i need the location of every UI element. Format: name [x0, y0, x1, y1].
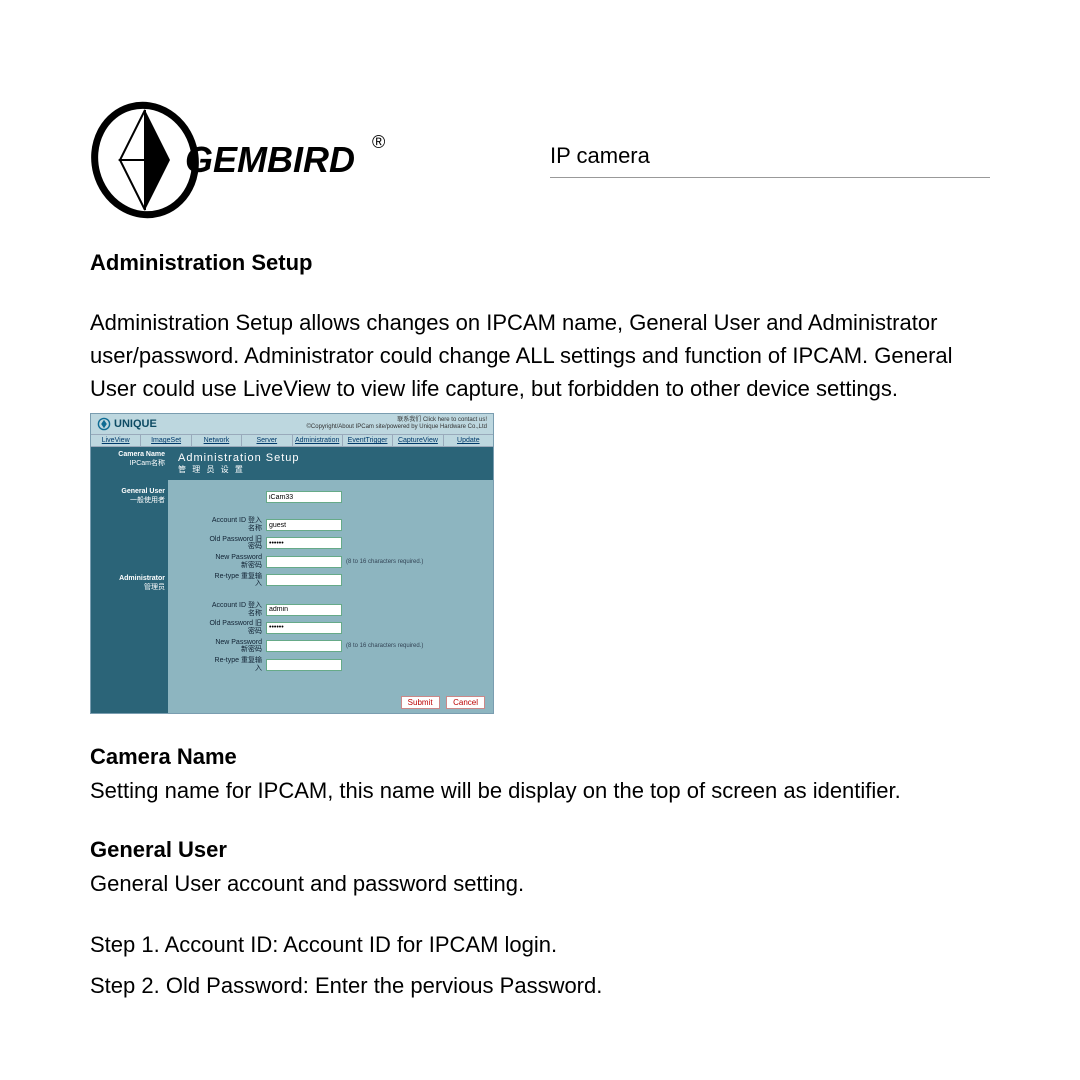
intro-paragraph: Administration Setup allows changes on I…: [90, 306, 990, 405]
screenshot-topmsg-2: ©Copyright/About IPCam site/powered by U…: [306, 424, 487, 431]
side-camera-name-en: Camera Name: [93, 451, 165, 458]
input-guest-account[interactable]: [266, 519, 342, 531]
brand-logo: GEMBIRD ®: [90, 100, 390, 220]
tab-administration[interactable]: Administration: [293, 435, 343, 446]
tab-update[interactable]: Update: [444, 435, 493, 446]
tab-network[interactable]: Network: [192, 435, 242, 446]
hint-admin-newpw: (8 to 16 characters required.): [346, 643, 423, 649]
side-admin-en: Administrator: [93, 575, 165, 582]
input-admin-account[interactable]: [266, 604, 342, 616]
side-admin-zh: 管理员: [93, 582, 165, 592]
title-divider: [550, 177, 990, 178]
admin-setup-screenshot: UNIQUE 联系我们 Click here to contact us! ©C…: [90, 413, 494, 714]
input-guest-oldpw[interactable]: [266, 537, 342, 549]
tab-imageset[interactable]: ImageSet: [141, 435, 191, 446]
label-guest-retype: Re-type 重复输入: [208, 573, 262, 588]
input-admin-retype[interactable]: [266, 659, 342, 671]
label-admin-retype: Re-type 重复输入: [208, 657, 262, 672]
unique-logo-icon: [97, 417, 111, 431]
label-guest-account: Account ID 登入名称: [208, 517, 262, 532]
label-admin-newpw: New Password 新密码: [208, 639, 262, 654]
submit-button[interactable]: Submit: [401, 696, 440, 709]
input-camera-name[interactable]: [266, 491, 342, 503]
tab-server[interactable]: Server: [242, 435, 292, 446]
input-admin-newpw[interactable]: [266, 640, 342, 652]
label-admin-account: Account ID 登入名称: [208, 602, 262, 617]
cancel-button[interactable]: Cancel: [446, 696, 485, 709]
svg-text:®: ®: [372, 132, 385, 152]
input-guest-retype[interactable]: [266, 574, 342, 586]
general-user-heading: General User: [90, 837, 990, 863]
input-admin-oldpw[interactable]: [266, 622, 342, 634]
camera-name-heading: Camera Name: [90, 744, 990, 770]
brand-text: GEMBIRD: [185, 139, 355, 180]
screenshot-tabs: LiveView ImageSet Network Server Adminis…: [91, 434, 493, 447]
camera-name-body: Setting name for IPCAM, this name will b…: [90, 774, 990, 807]
tab-eventtrigger[interactable]: EventTrigger: [343, 435, 393, 446]
panel-subtitle: 管 理 员 设 置: [178, 464, 483, 475]
general-user-body: General User account and password settin…: [90, 867, 990, 900]
page-header: GEMBIRD ® IP camera: [90, 100, 990, 220]
hint-guest-newpw: (8 to 16 characters required.): [346, 559, 423, 565]
general-user-step1: Step 1. Account ID: Account ID for IPCAM…: [90, 928, 990, 961]
input-guest-newpw[interactable]: [266, 556, 342, 568]
side-camera-name-zh: IPCam名称: [93, 458, 165, 468]
tab-liveview[interactable]: LiveView: [91, 435, 141, 446]
label-guest-newpw: New Password 新密码: [208, 554, 262, 569]
label-admin-oldpw: Old Password 旧密码: [208, 620, 262, 635]
tab-captureview[interactable]: CaptureView: [393, 435, 443, 446]
page-title: IP camera: [550, 143, 990, 177]
side-general-user-en: General User: [93, 488, 165, 495]
section-heading: Administration Setup: [90, 250, 990, 276]
side-general-user-zh: 一般使用者: [93, 495, 165, 505]
general-user-step2: Step 2. Old Password: Enter the pervious…: [90, 969, 990, 1002]
screenshot-brand: UNIQUE: [114, 418, 157, 430]
panel-title: Administration Setup: [178, 452, 483, 464]
label-guest-oldpw: Old Password 旧密码: [208, 536, 262, 551]
